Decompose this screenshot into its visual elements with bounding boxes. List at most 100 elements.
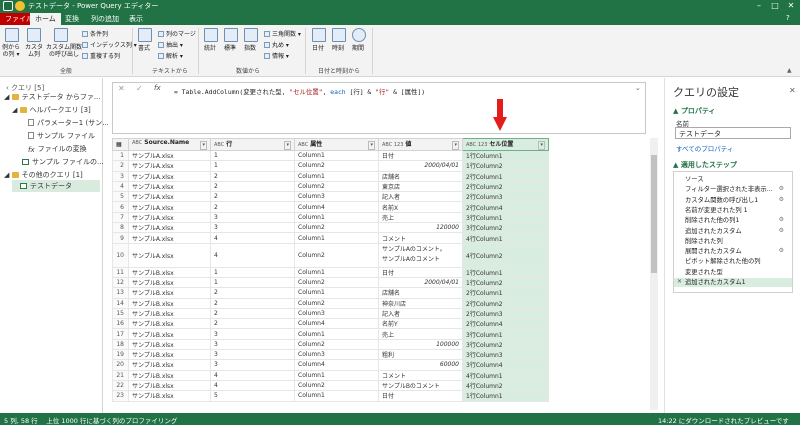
table-row[interactable]: 17 サンプルB.xlsx 3 Column1 売上 3行Column1: [112, 328, 549, 340]
source-name-cell[interactable]: サンプルB.xlsx: [128, 328, 211, 340]
attribute-cell[interactable]: Column4: [294, 359, 379, 371]
attribute-cell[interactable]: Column3: [294, 307, 379, 320]
attribute-cell[interactable]: Column1: [294, 211, 379, 224]
row-cell[interactable]: 4: [210, 379, 295, 392]
function-insert-icon[interactable]: fx: [154, 84, 161, 92]
attribute-cell[interactable]: Column4: [294, 318, 379, 330]
cell-position-cell[interactable]: 2行Column3: [462, 307, 549, 320]
source-name-cell[interactable]: サンプルA.xlsx: [128, 201, 211, 213]
tab-view[interactable]: 表示: [124, 13, 148, 25]
time-button[interactable]: 時刻: [332, 45, 344, 52]
applied-step[interactable]: 削除された列: [685, 237, 723, 246]
confirm-icon[interactable]: ✓: [136, 84, 143, 93]
duplicate-column-button[interactable]: 重複する列: [82, 51, 120, 60]
invoke-custom-function-button[interactable]: カスタム関数 の呼び出し: [46, 44, 82, 58]
value-cell[interactable]: サンプルAのコメント。 サンプルAのコメント: [378, 242, 463, 268]
table-row[interactable]: 2 サンプルA.xlsx 1 Column2 2000/04/01 1行Column2: [112, 160, 549, 172]
cell-position-cell[interactable]: 2行Column1: [462, 170, 549, 182]
row-cell[interactable]: 1: [210, 149, 295, 162]
table-row[interactable]: 12 サンプルB.xlsx 1 Column2 2000/04/01 1行Column2: [112, 276, 549, 289]
query-item-transform-sample[interactable]: サンプル ファイルの...: [22, 157, 104, 167]
row-cell[interactable]: 4: [210, 232, 295, 244]
value-cell[interactable]: 名前X: [378, 201, 463, 213]
row-cell[interactable]: 3: [210, 211, 295, 224]
extract-button[interactable]: 抽出 ▾: [158, 40, 183, 49]
row-number-cell[interactable]: 15: [112, 307, 129, 320]
source-name-cell[interactable]: サンプルA.xlsx: [128, 160, 211, 172]
row-number-cell[interactable]: 14: [112, 297, 129, 309]
scientific-button[interactable]: 指数: [244, 45, 256, 52]
table-row[interactable]: 9 サンプルA.xlsx 4 Column1 コメント 4行Column1: [112, 232, 549, 244]
cell-position-cell[interactable]: 1行Column1: [462, 266, 549, 278]
source-name-cell[interactable]: サンプルA.xlsx: [128, 191, 211, 203]
table-menu-icon[interactable]: ▦: [116, 141, 122, 148]
attribute-cell[interactable]: Column2: [294, 338, 379, 351]
cell-position-cell[interactable]: 2行Column2: [462, 180, 549, 193]
source-name-cell[interactable]: サンプルA.xlsx: [128, 180, 211, 193]
value-cell[interactable]: 2000/04/01: [378, 276, 463, 289]
cell-position-cell[interactable]: 4行Column1: [462, 232, 549, 244]
cell-position-cell[interactable]: 2行Column4: [462, 201, 549, 213]
column-from-examples-icon[interactable]: [5, 28, 19, 42]
attribute-cell[interactable]: Column1: [294, 170, 379, 182]
attribute-cell[interactable]: Column1: [294, 369, 379, 381]
duration-button[interactable]: 期間: [352, 45, 364, 52]
row-cell[interactable]: 2: [210, 287, 295, 299]
row-cell[interactable]: 3: [210, 338, 295, 351]
table-row[interactable]: 8 サンプルA.xlsx 3 Column2 120000 3行Column2: [112, 222, 549, 234]
attribute-cell[interactable]: Column2: [294, 297, 379, 309]
formula-text[interactable]: = Table.AddColumn(変更された型, "セル位置", each […: [174, 87, 425, 96]
table-row[interactable]: 16 サンプルB.xlsx 2 Column4 名前Y 2行Column4: [112, 318, 549, 330]
applied-step[interactable]: 追加されたカスタム: [685, 227, 742, 236]
source-name-cell[interactable]: サンプルB.xlsx: [128, 338, 211, 351]
row-number-cell[interactable]: 8: [112, 222, 129, 234]
attribute-cell[interactable]: Column4: [294, 201, 379, 213]
step-settings-gear-icon[interactable]: ⚙: [779, 247, 784, 254]
attribute-cell[interactable]: Column1: [294, 149, 379, 162]
attribute-cell[interactable]: Column2: [294, 242, 379, 268]
custom-column-button[interactable]: カスタ ム列: [25, 44, 43, 58]
source-name-cell[interactable]: サンプルB.xlsx: [128, 349, 211, 361]
attribute-cell[interactable]: Column2: [294, 222, 379, 234]
tab-home[interactable]: ホーム: [30, 13, 61, 25]
source-name-cell[interactable]: サンプルB.xlsx: [128, 369, 211, 381]
table-row[interactable]: 15 サンプルB.xlsx 2 Column3 記入者 2行Column3: [112, 307, 549, 320]
value-cell[interactable]: 120000: [378, 222, 463, 234]
column-header-attribute[interactable]: ABC 属性 ▾: [294, 138, 379, 151]
help-icon[interactable]: ?: [786, 14, 790, 22]
column-header-source-name[interactable]: ABC Source.Name ▾: [128, 138, 211, 151]
column-header-value[interactable]: ABC 123 値 ▾: [378, 138, 463, 151]
applied-step[interactable]: 変更された型: [685, 268, 723, 277]
tab-transform[interactable]: 変換: [60, 13, 84, 25]
cell-position-cell[interactable]: 3行Column2: [462, 222, 549, 234]
tab-add-column[interactable]: 列の追加: [86, 13, 124, 25]
close-icon[interactable]: ✕: [784, 1, 798, 10]
cell-position-cell[interactable]: 4行Column1: [462, 369, 549, 381]
table-row[interactable]: 13 サンプルB.xlsx 2 Column1 店舗名 2行Column1: [112, 287, 549, 299]
rounding-button[interactable]: 丸め ▾: [264, 40, 289, 49]
table-row[interactable]: 22 サンプルB.xlsx 4 Column2 サンプルBのコメント 4行Column2: [112, 379, 549, 392]
row-cell[interactable]: 3: [210, 328, 295, 340]
trigonometry-button[interactable]: 三角関数 ▾: [264, 29, 301, 38]
step-settings-gear-icon[interactable]: ⚙: [779, 227, 784, 234]
scientific-icon[interactable]: [244, 28, 258, 42]
date-button[interactable]: 日付: [312, 45, 324, 52]
filter-dropdown-icon[interactable]: ▾: [284, 141, 291, 150]
applied-step[interactable]: ソース: [685, 175, 704, 184]
applied-step[interactable]: 展開されたカスタム: [685, 247, 742, 256]
delete-step-icon[interactable]: ✕: [677, 278, 682, 285]
source-name-cell[interactable]: サンプルB.xlsx: [128, 390, 211, 402]
source-name-cell[interactable]: サンプルA.xlsx: [128, 170, 211, 182]
source-name-cell[interactable]: サンプルB.xlsx: [128, 307, 211, 320]
filter-dropdown-icon[interactable]: ▾: [538, 141, 545, 150]
row-number-cell[interactable]: 9: [112, 232, 129, 244]
row-cell[interactable]: 2: [210, 318, 295, 330]
applied-steps-header[interactable]: ▲ 適用したステップ: [673, 160, 737, 170]
source-name-cell[interactable]: サンプルA.xlsx: [128, 149, 211, 162]
close-pane-icon[interactable]: ✕: [789, 86, 796, 95]
statistics-button[interactable]: 統計: [204, 45, 216, 52]
cell-position-cell[interactable]: 3行Column1: [462, 211, 549, 224]
row-cell[interactable]: 2: [210, 201, 295, 213]
table-row[interactable]: 1 サンプルA.xlsx 1 Column1 日付 1行Column1: [112, 149, 549, 162]
row-cell[interactable]: 3: [210, 349, 295, 361]
